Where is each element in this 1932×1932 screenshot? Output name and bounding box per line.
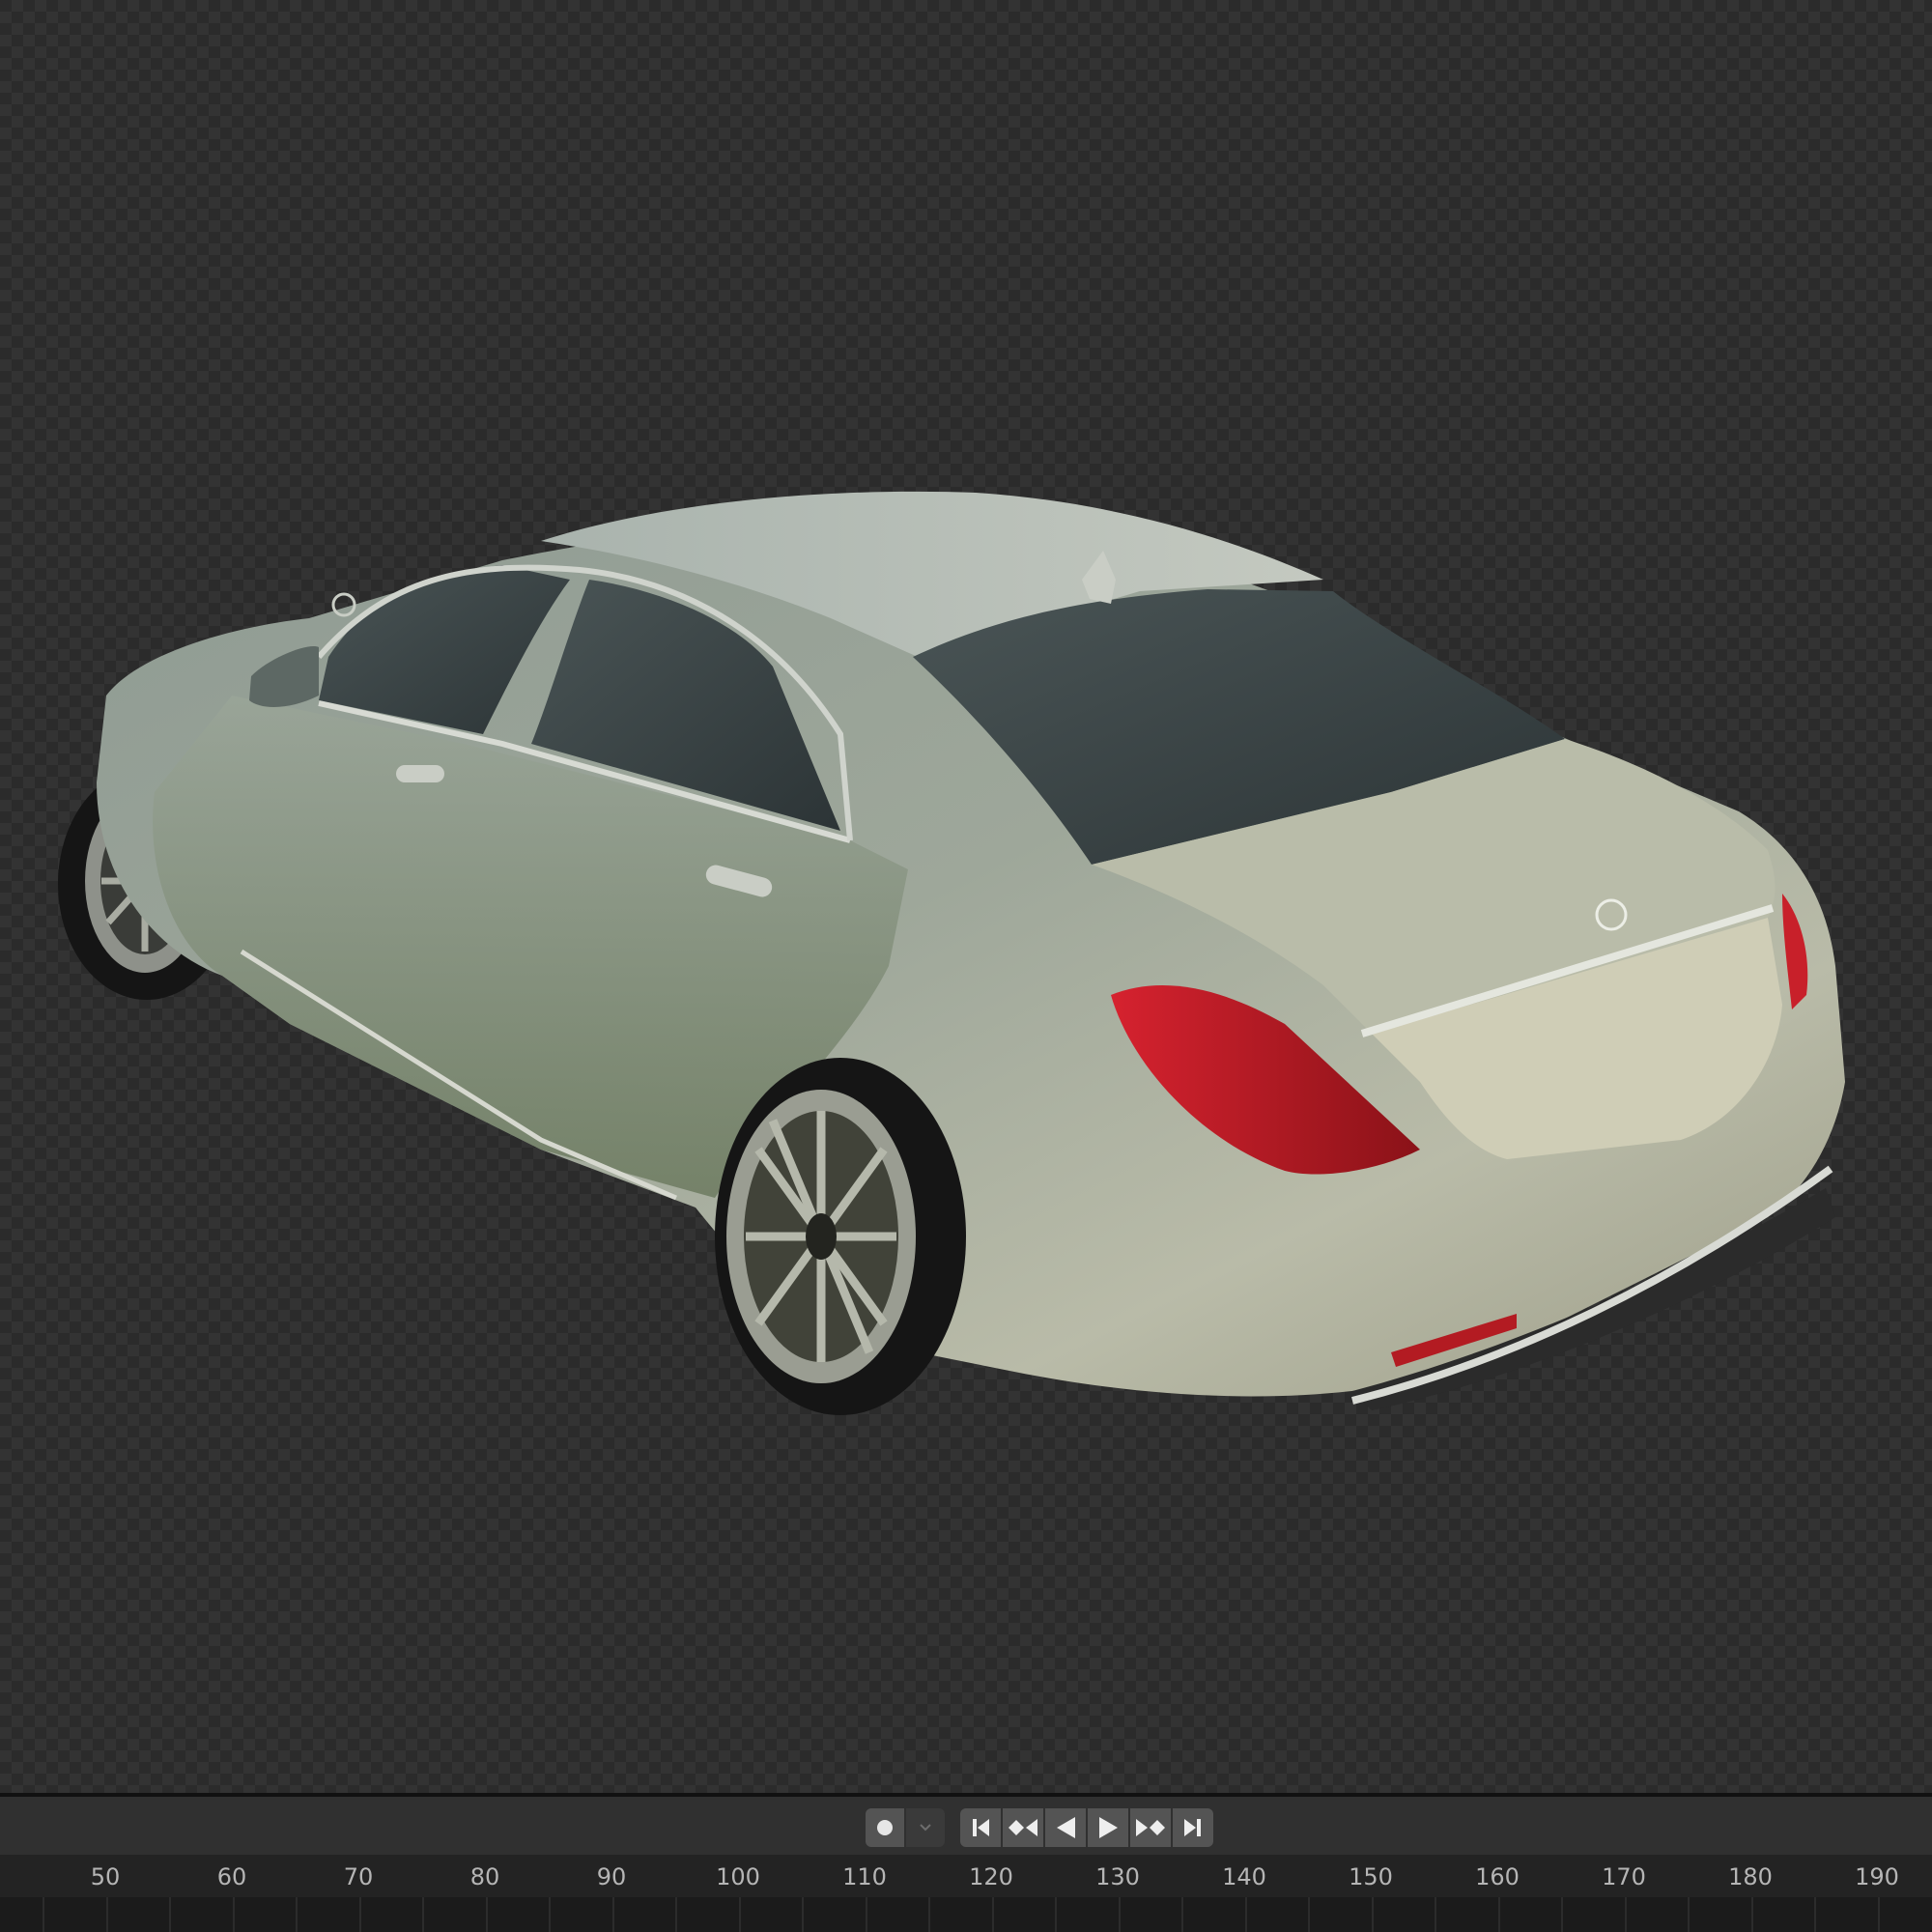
timeline-grid-line [738, 1897, 741, 1932]
jump-to-start-button[interactable] [960, 1808, 1001, 1847]
car-render [58, 491, 1845, 1415]
frame-tick-label: 60 [216, 1863, 247, 1890]
frame-tick-label: 110 [842, 1863, 887, 1890]
jump-end-icon [1184, 1819, 1201, 1836]
frame-tick-label: 160 [1475, 1863, 1520, 1890]
timeline-grid-line [611, 1897, 614, 1932]
chevron-down-icon [920, 1824, 931, 1832]
timeline-grid-line [1308, 1897, 1310, 1932]
3d-viewport[interactable] [0, 0, 1932, 1793]
timeline-grid-line [1497, 1897, 1500, 1932]
timeline-grid-line [675, 1897, 677, 1932]
frame-ruler[interactable]: 50 60 70 80 90 100 110 120 130 140 150 1… [0, 1855, 1932, 1932]
play-button[interactable] [1088, 1808, 1128, 1847]
play-icon [1099, 1817, 1118, 1838]
frame-tick-label: 120 [969, 1863, 1013, 1890]
timeline-grid-line [105, 1897, 108, 1932]
previous-keyframe-button[interactable] [1003, 1808, 1043, 1847]
timeline-grid-line [232, 1897, 235, 1932]
frame-tick-label: 130 [1095, 1863, 1140, 1890]
timeline-grid-line [43, 1897, 44, 1932]
record-options-dropdown[interactable] [906, 1808, 945, 1847]
rear-near-wheel [715, 1058, 966, 1415]
frame-tick-label: 80 [469, 1863, 500, 1890]
timeline-grid-line [991, 1897, 994, 1932]
frame-tick-labels: 50 60 70 80 90 100 110 120 130 140 150 1… [0, 1855, 1932, 1897]
timeline-grid-line [1118, 1897, 1121, 1932]
frame-tick-label: 170 [1602, 1863, 1646, 1890]
play-reverse-icon [1057, 1817, 1075, 1838]
jump-to-end-button[interactable] [1173, 1808, 1213, 1847]
next-keyframe-icon [1136, 1819, 1165, 1836]
timeline-grid-line [1814, 1897, 1816, 1932]
door-handle-front [396, 765, 444, 782]
timeline-grid-line [865, 1897, 867, 1932]
frame-tick-label: 50 [90, 1863, 121, 1890]
frame-tick-label: 70 [343, 1863, 374, 1890]
timeline-grid-line [1750, 1897, 1753, 1932]
timeline-grid-line [358, 1897, 361, 1932]
play-reverse-button[interactable] [1045, 1808, 1086, 1847]
timeline-grid-line [296, 1897, 298, 1932]
record-dot-icon [877, 1820, 893, 1835]
prev-keyframe-icon [1009, 1819, 1037, 1836]
timeline-grid-line [1877, 1897, 1880, 1932]
timeline-grid-line [1371, 1897, 1374, 1932]
timeline-grid-line [169, 1897, 171, 1932]
frame-tick-label: 190 [1855, 1863, 1899, 1890]
timeline-grid-line [422, 1897, 424, 1932]
timeline-grid-line [1181, 1897, 1183, 1932]
timeline-grid-line [802, 1897, 804, 1932]
record-button[interactable] [866, 1808, 904, 1847]
timeline-grid-line [1624, 1897, 1627, 1932]
frame-tick-label: 180 [1728, 1863, 1773, 1890]
jump-start-icon [973, 1819, 989, 1836]
transport-controls [0, 1797, 1932, 1855]
timeline-panel: 50 60 70 80 90 100 110 120 130 140 150 1… [0, 1793, 1932, 1932]
timeline-track[interactable] [0, 1897, 1932, 1932]
frame-tick-label: 100 [716, 1863, 760, 1890]
frame-tick-label: 150 [1349, 1863, 1393, 1890]
timeline-grid-line [1435, 1897, 1436, 1932]
timeline-grid-line [1561, 1897, 1563, 1932]
frame-tick-label: 140 [1222, 1863, 1266, 1890]
timeline-grid-line [485, 1897, 488, 1932]
timeline-grid-line [928, 1897, 930, 1932]
timeline-grid-line [1055, 1897, 1057, 1932]
next-keyframe-button[interactable] [1130, 1808, 1171, 1847]
timeline-grid-line [549, 1897, 551, 1932]
timeline-grid-line [1688, 1897, 1690, 1932]
frame-tick-label: 90 [596, 1863, 627, 1890]
timeline-grid-line [1244, 1897, 1247, 1932]
